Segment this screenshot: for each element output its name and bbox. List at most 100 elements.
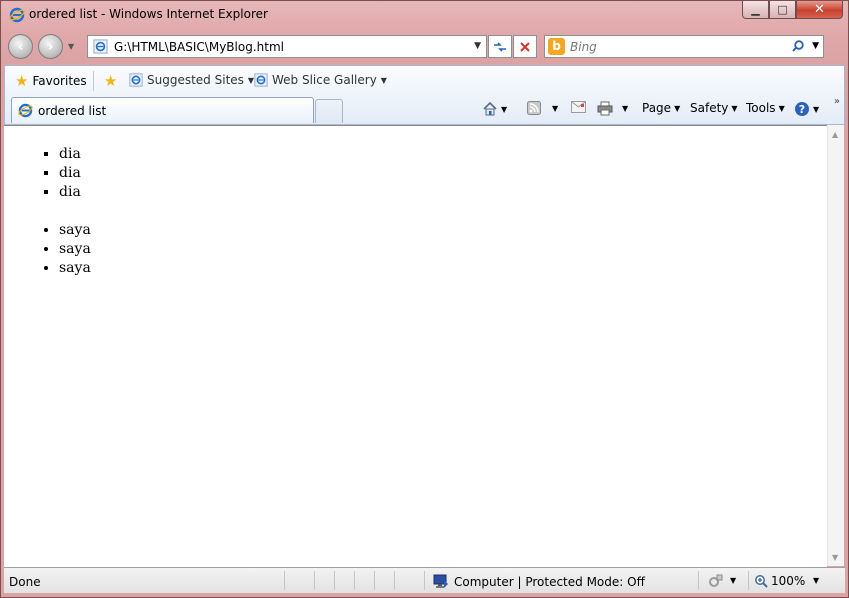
ie-page-icon [254, 73, 268, 87]
chevron-down-icon[interactable]: ▼ [730, 576, 736, 585]
chevron-down-icon: ▼ [501, 104, 508, 114]
page-content: dia dia dia saya saya saya [4, 125, 827, 567]
svg-text:?: ? [799, 103, 805, 116]
page-menu-button[interactable]: Page ▼ [642, 101, 680, 115]
bing-logo-icon: b [548, 38, 565, 55]
tools-menu-button[interactable]: Tools ▼ [746, 101, 785, 115]
suggested-sites-label: Suggested Sites [147, 73, 244, 87]
page-menu-label: Page [642, 101, 672, 115]
add-to-favorites-bar-icon[interactable]: ★ [104, 72, 117, 90]
home-button[interactable]: ▼ [482, 101, 507, 117]
refresh-button[interactable] [488, 35, 512, 58]
close-button[interactable]: ✕ [796, 1, 843, 19]
search-box[interactable]: b Bing ▼ [544, 35, 824, 58]
square-bullet-list: dia dia dia [4, 126, 827, 202]
address-dropdown-icon[interactable]: ▼ [474, 41, 481, 51]
maximize-icon: □ [777, 3, 788, 16]
computer-zone-icon [433, 574, 448, 588]
list-item: saya [59, 221, 827, 240]
help-button[interactable]: ? ▼ [794, 101, 819, 117]
search-options-dropdown-icon[interactable]: ▼ [812, 41, 819, 51]
favorites-label: Favorites [32, 74, 87, 88]
zone-label: Computer | Protected Mode: Off [454, 574, 645, 589]
minimize-button[interactable]: ▁ [742, 1, 769, 19]
forward-button[interactable]: › [38, 34, 63, 59]
chevron-down-icon: ▼ [552, 103, 559, 113]
vertical-scrollbar[interactable]: ▲ ▼ [827, 125, 844, 566]
chevron-down-icon: ▼ [731, 103, 738, 113]
feeds-button[interactable]: ▼ [527, 101, 558, 115]
url-field[interactable]: G:\HTML\BASIC\MyBlog.html [114, 40, 284, 54]
status-divider [394, 571, 395, 590]
status-divider [354, 571, 355, 590]
stop-button[interactable] [513, 35, 537, 58]
back-arrow-icon: ‹ [17, 38, 24, 55]
status-bar: Done Computer | Protected Mode: Off ▼ 10… [4, 567, 845, 593]
stop-icon [520, 41, 530, 52]
maximize-button[interactable]: □ [769, 1, 796, 19]
chevron-down-icon: ▼ [813, 104, 820, 114]
search-icon[interactable] [791, 39, 805, 53]
status-divider [698, 571, 699, 590]
close-icon: ✕ [814, 2, 825, 17]
search-placeholder[interactable]: Bing [570, 40, 597, 54]
list-item: dia [59, 164, 827, 183]
disc-bullet-list: saya saya saya [4, 221, 827, 278]
scroll-down-icon[interactable]: ▼ [832, 553, 838, 562]
security-zone[interactable]: Computer | Protected Mode: Off [433, 574, 645, 589]
tools-menu-label: Tools [746, 101, 776, 115]
address-bar[interactable]: G:\HTML\BASIC\MyBlog.html ▼ [87, 35, 487, 58]
list-item: saya [59, 240, 827, 259]
star-icon: ★ [15, 72, 29, 90]
more-commands-icon[interactable]: » [834, 96, 840, 107]
rss-feed-icon [527, 101, 541, 115]
list-item: dia [59, 183, 827, 202]
list-item: saya [59, 259, 827, 278]
mail-icon [571, 101, 586, 113]
status-divider [748, 571, 749, 590]
favorites-command-area: ★ Favorites ★ Suggested Sites ▼ Web Slic… [4, 65, 845, 125]
scroll-up-icon[interactable]: ▲ [832, 130, 838, 139]
zoom-control[interactable]: 100% [754, 574, 805, 588]
web-slice-gallery-label: Web Slice Gallery [272, 73, 377, 87]
status-divider [374, 571, 375, 590]
chevron-down-icon: ▼ [622, 104, 629, 113]
zoom-dropdown-icon[interactable]: ▼ [813, 576, 819, 585]
web-slice-gallery-link[interactable]: Web Slice Gallery ▼ [254, 73, 387, 87]
title-bar[interactable]: ordered list - Windows Internet Explorer… [1, 1, 848, 29]
internet-explorer-icon [9, 7, 25, 23]
home-icon [483, 101, 497, 116]
window-title: ordered list - Windows Internet Explorer [29, 7, 268, 21]
read-mail-button[interactable] [571, 101, 586, 113]
tab-title: ordered list [38, 104, 107, 118]
forward-arrow-icon: › [47, 38, 54, 55]
internet-explorer-icon [18, 103, 33, 118]
status-divider [314, 571, 315, 590]
list-item: dia [59, 145, 827, 164]
safety-menu-button[interactable]: Safety ▼ [690, 101, 738, 115]
zoom-level: 100% [771, 574, 806, 588]
ie-page-icon [129, 73, 143, 87]
caption-buttons: ▁ □ ✕ [742, 1, 843, 21]
minimize-icon: ▁ [751, 3, 760, 16]
favorites-button[interactable]: ★ Favorites [11, 71, 94, 91]
navigation-bar: ‹ › ▼ G:\HTML\BASIC\MyBlog.html ▼ b Bing… [1, 31, 848, 63]
print-button[interactable]: ▼ [597, 101, 628, 116]
status-text: Done [9, 575, 41, 589]
back-button[interactable]: ‹ [8, 34, 33, 59]
safety-menu-label: Safety [690, 101, 729, 115]
status-divider [334, 571, 335, 590]
help-icon: ? [795, 102, 809, 116]
tab-ordered-list[interactable]: ordered list [11, 97, 314, 123]
suggested-sites-link[interactable]: Suggested Sites ▼ [129, 73, 254, 87]
chevron-down-icon: ▼ [778, 103, 785, 113]
new-tab-button[interactable] [315, 99, 343, 123]
chevron-down-icon: ▼ [674, 103, 681, 113]
recent-pages-dropdown-icon[interactable]: ▼ [68, 42, 74, 51]
popup-blocker-icon[interactable] [708, 574, 724, 588]
status-divider [424, 571, 425, 590]
printer-icon [597, 101, 613, 116]
status-divider [284, 571, 285, 590]
chevron-down-icon: ▼ [380, 75, 387, 85]
refresh-icon [494, 41, 506, 52]
